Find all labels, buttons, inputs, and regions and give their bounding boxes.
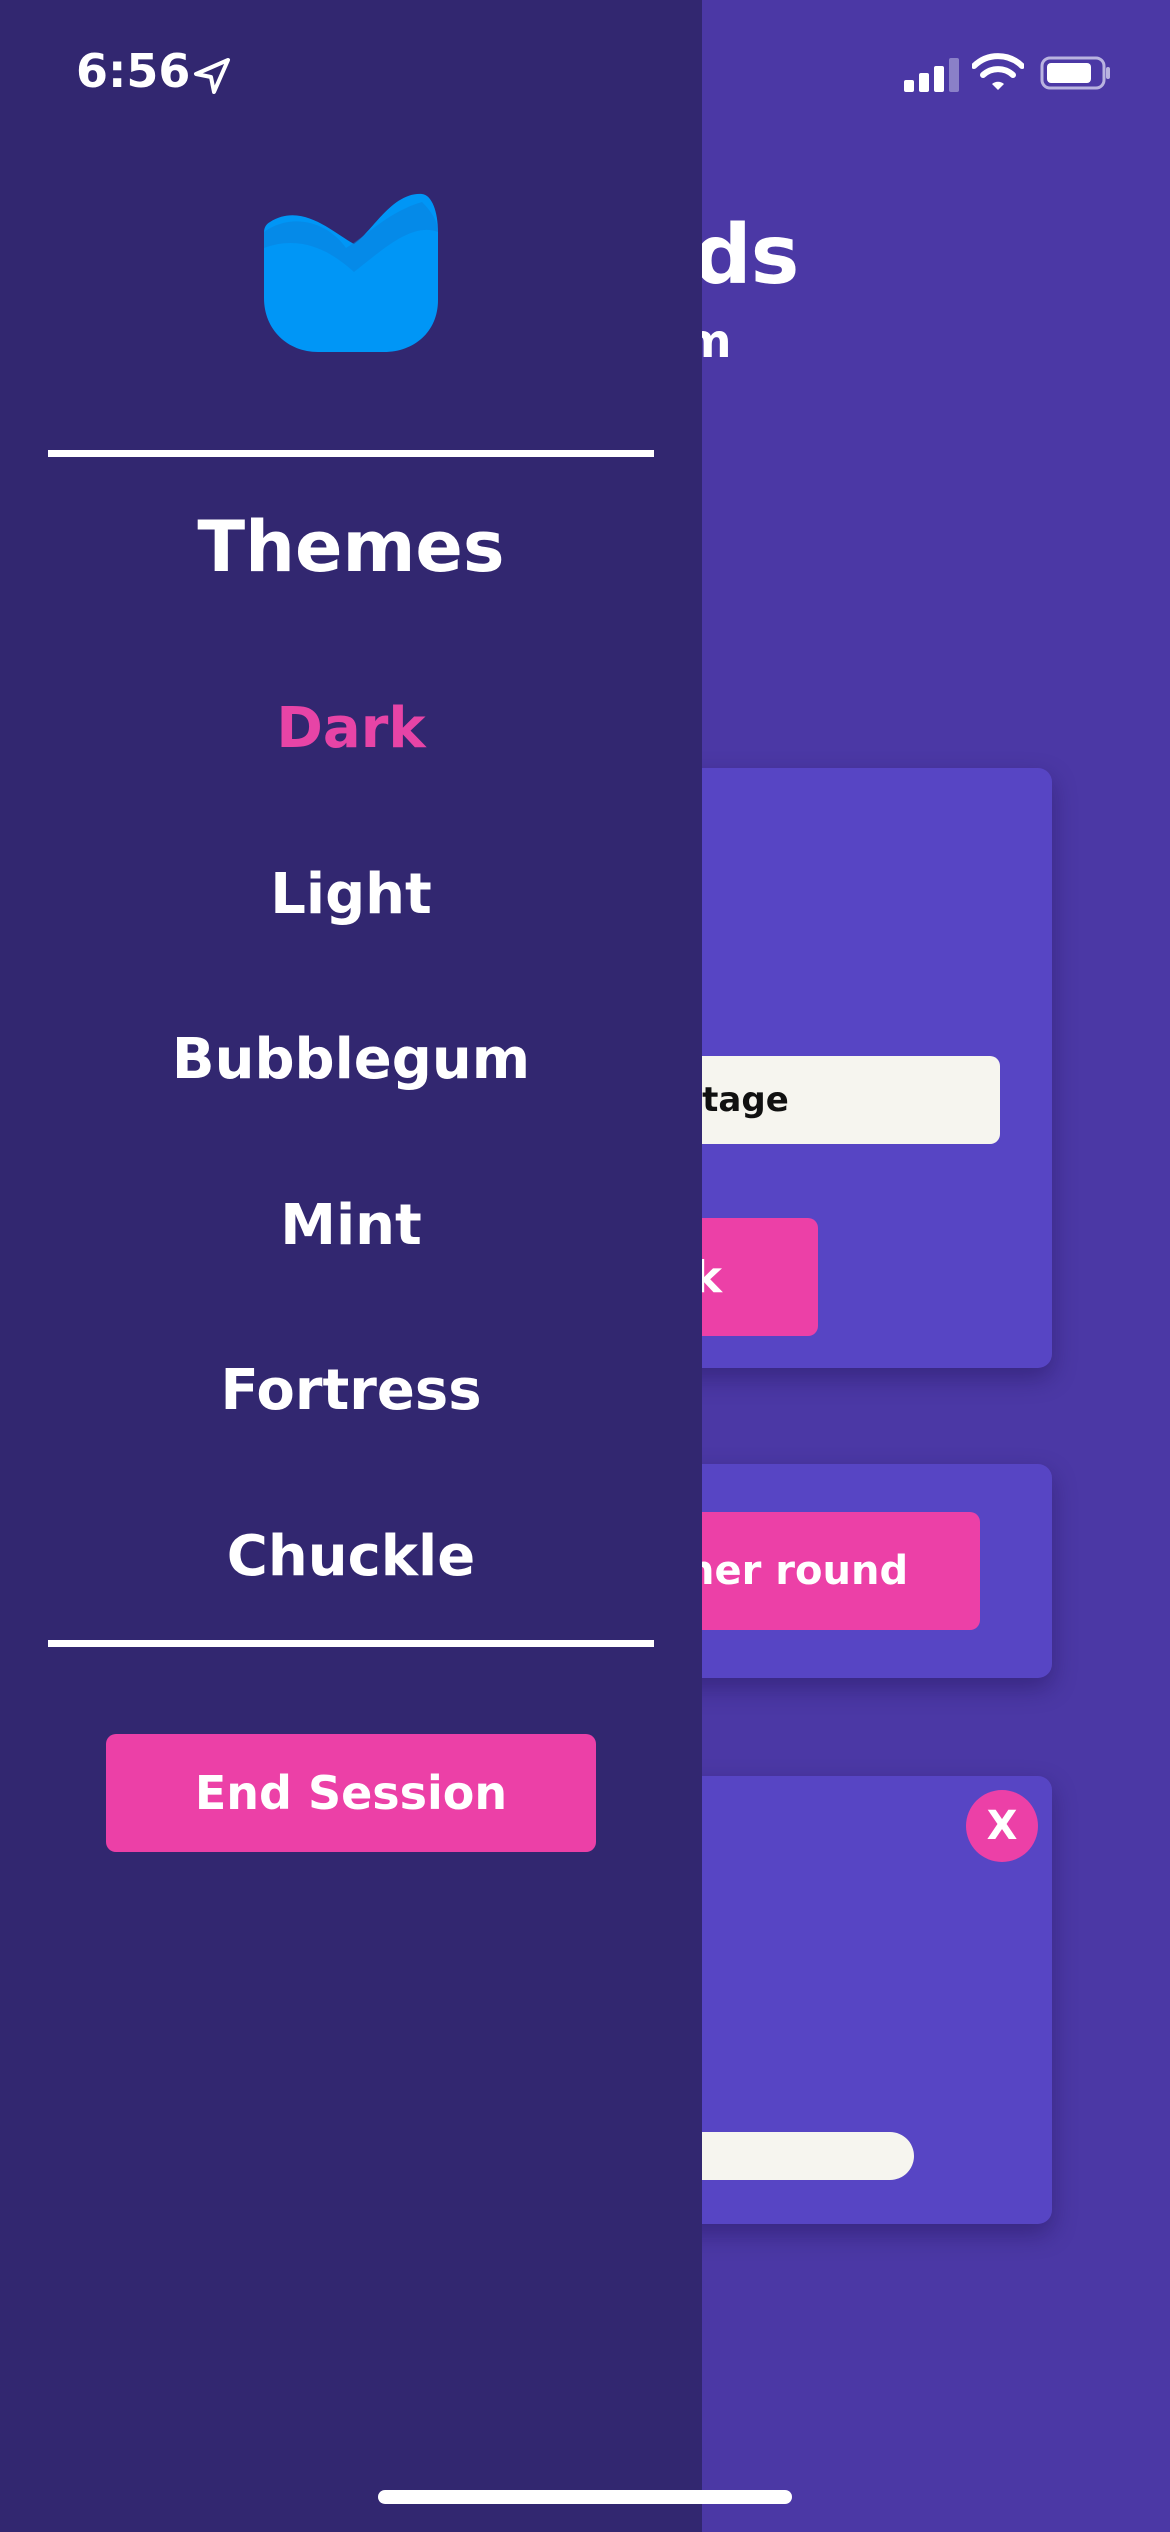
home-indicator[interactable] (378, 2490, 792, 2504)
theme-option-light[interactable]: Light (0, 862, 702, 927)
end-session-button[interactable]: End Session (106, 1734, 596, 1852)
app-logo-icon (262, 192, 440, 354)
theme-option-mint[interactable]: Mint (0, 1193, 702, 1258)
close-card-button[interactable]: X (966, 1790, 1038, 1862)
status-time: 6:56 (76, 44, 191, 98)
theme-option-chuckle[interactable]: Chuckle (0, 1524, 702, 1589)
theme-option-fortress[interactable]: Fortress (0, 1358, 702, 1423)
side-drawer: Themes Dark Light Bubblegum Mint Fortres… (0, 0, 702, 2532)
drawer-divider-top (48, 450, 654, 457)
battery-icon (1040, 56, 1112, 94)
wifi-icon (971, 52, 1025, 96)
cellular-signal-icon (904, 58, 960, 96)
location-arrow-icon (192, 56, 232, 100)
theme-option-bubblegum[interactable]: Bubblegum (0, 1027, 702, 1092)
status-bar: 6:56 (0, 0, 1170, 150)
theme-option-dark[interactable]: Dark (0, 696, 702, 761)
themes-heading: Themes (197, 506, 505, 588)
drawer-divider-bottom (48, 1640, 654, 1647)
